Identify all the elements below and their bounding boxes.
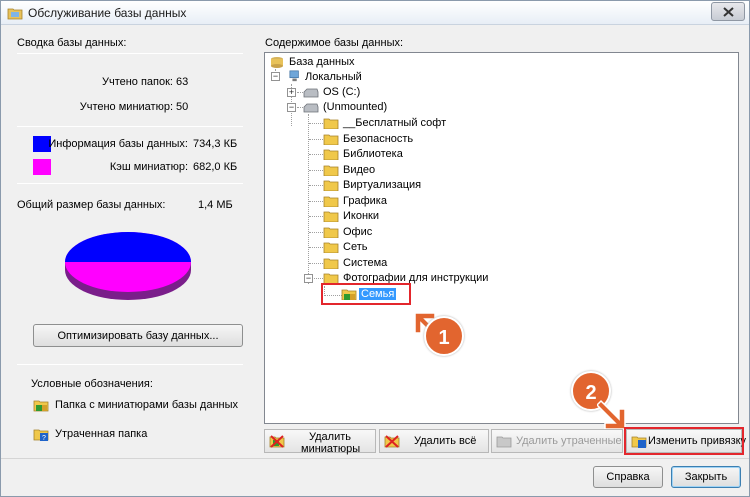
db-size-pie-chart [65,232,191,300]
folder-icon [323,211,339,222]
lost-folder-icon: ? [33,429,49,441]
tree-label: (Unmounted) [323,101,388,113]
cache-value: 682,0 КБ [193,161,238,173]
folder-icon [323,242,339,253]
tree-node-folder[interactable]: Виртуализация [323,178,543,193]
close-icon [723,7,734,17]
folders-value: 63 [176,76,189,88]
tree-label: Офис [343,226,373,238]
tree-node-folder[interactable]: Графика [323,194,543,209]
tree-label: __Бесплатный софт [343,117,447,129]
db-info-value: 734,3 КБ [193,138,238,150]
folder-thumbnails-icon [33,400,49,412]
tree-label: Система [343,257,388,269]
svg-text:?: ? [42,435,46,441]
delete-thumbnails-icon [269,435,285,448]
divider [17,126,243,127]
tree-label: Иконки [343,210,379,222]
collapse-toggle[interactable]: − [287,103,296,112]
tree-node-folder[interactable]: Видео [323,163,543,178]
drive-icon [303,103,319,113]
tree-label: Видео [343,164,376,176]
delete-thumbnails-button[interactable]: Удалить миниатюры [264,429,376,455]
summary-title: Сводка базы данных: [17,37,127,49]
database-maintenance-window: Обслуживание базы данных Сводка базы дан… [0,0,750,497]
summary-panel: Сводка базы данных: Учтено папок: 63 Учт… [13,31,248,461]
folder-icon [323,134,339,145]
contents-title: Содержимое базы данных: [265,37,404,49]
tree-label: Локальный [305,71,362,83]
folder-icon [323,149,339,160]
folder-icon [323,180,339,191]
collapse-toggle[interactable]: − [304,274,313,283]
delete-thumbnails-label-2: миниатюры [301,443,361,455]
tree-node-folder[interactable]: Библиотека [323,147,543,162]
delete-lost-button[interactable]: Удалить утраченные [491,429,623,453]
folder-icon [323,258,339,269]
delete-lost-label: Удалить утраченные [516,435,622,447]
divider [17,183,243,184]
tree-node-folder[interactable]: Иконки [323,209,543,224]
delete-thumbnails-label-1: Удалить [309,431,351,443]
app-icon [7,8,23,20]
delete-lost-icon [496,436,512,448]
folder-icon [323,165,339,176]
help-button[interactable]: Справка [593,466,663,488]
title-bar: Обслуживание базы данных [1,1,749,25]
cache-label: Кэш миниатюр: [109,161,188,173]
tree-node-folder[interactable]: Система [323,256,543,271]
tree-node-unmounted[interactable]: (Unmounted) [303,100,503,115]
delete-all-button[interactable]: Удалить всё [379,429,489,453]
folder-icon [323,118,339,129]
tree-node-folder[interactable]: Офис [323,225,543,240]
divider [1,458,749,459]
close-button[interactable]: Закрыть [671,466,741,488]
computer-icon [289,70,299,82]
tree-node-local[interactable]: Локальный [283,70,483,85]
folder-icon [323,227,339,238]
window-title: Обслуживание базы данных [28,6,187,20]
tree-label: Библиотека [343,148,403,160]
tree-label: База данных [289,56,355,68]
optimize-database-button[interactable]: Оптимизировать базу данных... [33,324,243,347]
tree-label: Виртуализация [343,179,422,191]
total-size-label: Общий размер базы данных: [17,199,166,211]
tree-label: Графика [343,195,387,207]
tree-label: OS (C:) [323,86,361,98]
divider [17,53,243,54]
step-badge-1: 1 [424,316,464,356]
tree-label: Сеть [343,241,368,253]
tree-label: Безопасность [343,133,414,145]
tree-node-root[interactable]: База данных [267,55,467,70]
tree-node-drive-c[interactable]: OS (C:) [303,85,503,100]
highlight-box-selected-folder [321,283,411,305]
legend-title: Условные обозначения: [31,378,153,390]
legend-label: Папка с миниатюрами базы данных [55,399,238,411]
expand-toggle[interactable]: + [287,88,296,97]
tree-node-folder[interactable]: __Бесплатный софт [323,116,543,131]
delete-all-label: Удалить всё [414,435,477,447]
database-tree[interactable]: База данных − Локальный + OS (C:) − (Unm… [264,52,739,424]
collapse-toggle[interactable]: − [271,72,280,81]
delete-all-icon [384,435,400,448]
tree-node-folder[interactable]: Безопасность [323,132,543,147]
thumbnails-value: 50 [176,101,189,113]
close-window-button[interactable] [711,2,745,21]
tree-node-folder[interactable]: Сеть [323,240,543,255]
folder-icon [323,196,339,207]
db-info-label: Информация базы данных: [48,138,188,150]
folders-label: Учтено папок: [101,76,173,88]
drive-icon [303,88,319,98]
legend-label: Утраченная папка [55,428,148,440]
database-icon [271,57,283,68]
thumbnails-label: Учтено миниатюр: [79,101,173,113]
pie-slice-db-info [65,232,191,262]
highlight-box-change-binding [624,427,744,455]
divider [17,364,243,365]
total-size-value: 1,4 МБ [198,199,233,211]
